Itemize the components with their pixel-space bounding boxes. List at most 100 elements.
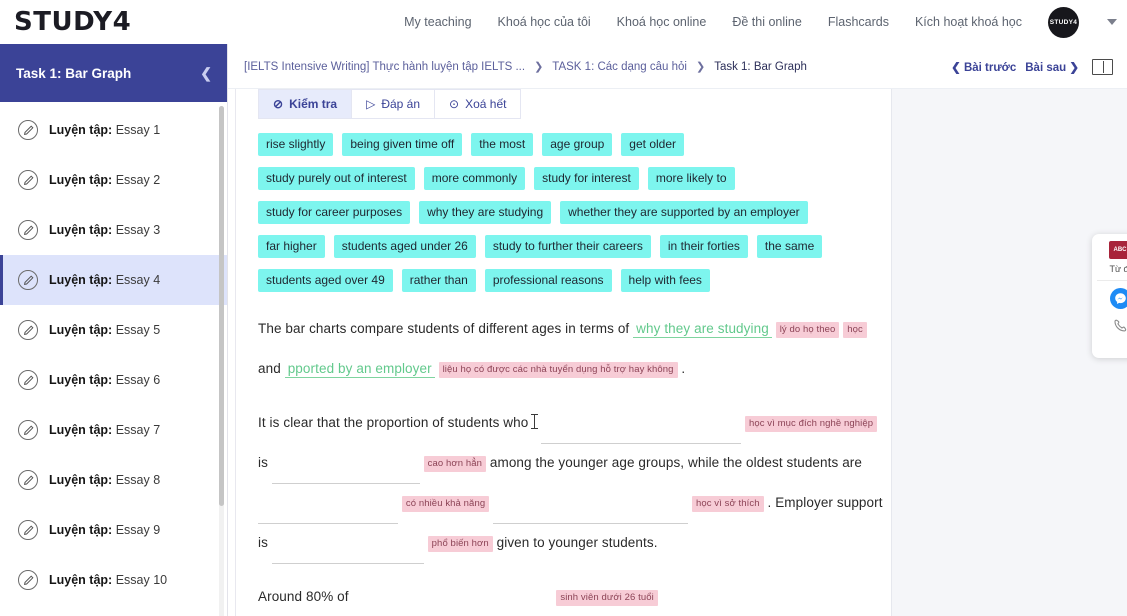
exercise-content: ⊘ Kiểm tra ▷ Đáp án ⊙ Xoá hết rise sligh…	[236, 89, 891, 616]
tab-label: Đáp án	[381, 97, 421, 111]
nav-item-my-courses[interactable]: Khoá học của tôi	[498, 15, 591, 29]
lesson-nav: ❮ Bài trước Bài sau ❯	[951, 58, 1113, 75]
sidebar-item-label: Luyện tập: Essay 5	[49, 323, 161, 337]
word-chip[interactable]: why they are studying	[419, 201, 552, 224]
sidebar-item-label: Luyện tập: Essay 7	[49, 423, 161, 437]
book-icon[interactable]	[1092, 58, 1113, 75]
sidebar-item-essay-7[interactable]: Luyện tập: Essay 7	[0, 405, 228, 455]
answer-blank[interactable]	[271, 546, 424, 564]
pencil-icon	[18, 370, 38, 390]
paragraph-3: Around 80% of sinh viên dưới 26 tuổi học…	[258, 578, 883, 616]
dictionary-icon[interactable]: ABC	[1109, 241, 1127, 259]
word-bank-row: students aged over 49 rather than profes…	[258, 269, 883, 292]
answer-blank[interactable]	[493, 506, 689, 524]
messenger-icon[interactable]	[1109, 288, 1127, 309]
paragraph-text: .	[681, 361, 686, 376]
sidebar-item-essay-11[interactable]: Luyện tập: Essay 11	[0, 605, 228, 616]
reset-icon: ⊙	[449, 97, 460, 111]
sidebar-item-essay-9[interactable]: Luyện tập: Essay 9	[0, 505, 228, 555]
widget-divider	[1097, 280, 1127, 281]
nav-item-online-tests[interactable]: Đề thi online	[732, 15, 802, 29]
pencil-icon	[18, 420, 38, 440]
tab-label: Xoá hết	[465, 97, 507, 111]
pencil-icon	[18, 520, 38, 540]
word-chip[interactable]: study to further their careers	[484, 235, 651, 258]
sidebar-item-essay-2[interactable]: Luyện tập: Essay 2	[0, 155, 228, 205]
sidebar-item-essay-10[interactable]: Luyện tập: Essay 10	[0, 555, 228, 605]
nav-item-activate-course[interactable]: Kích hoạt khoá học	[915, 15, 1022, 29]
word-chip[interactable]: the most	[471, 133, 534, 156]
word-chip[interactable]: far higher	[258, 235, 325, 258]
word-bank-row: rise slightly being given time off the m…	[258, 133, 883, 156]
pencil-icon	[18, 570, 38, 590]
word-chip[interactable]: help with fees	[620, 269, 710, 292]
sidebar-item-essay-4[interactable]: Luyện tập: Essay 4	[0, 255, 228, 305]
word-chip[interactable]: more commonly	[423, 167, 526, 190]
word-chip[interactable]: students aged over 49	[258, 269, 393, 292]
word-chip[interactable]: study for career purposes	[258, 201, 411, 224]
pencil-icon	[18, 320, 38, 340]
sidebar-item-essay-1[interactable]: Luyện tập: Essay 1	[0, 105, 228, 155]
word-chip[interactable]: in their forties	[659, 235, 748, 258]
hint-label: liệu họ có được các nhà tuyển dụng hỗ tr…	[438, 362, 678, 378]
word-chip[interactable]: students aged under 26	[333, 235, 476, 258]
breadcrumb-item-current: Task 1: Bar Graph	[714, 60, 807, 73]
breadcrumb-separator: ❯	[534, 61, 544, 73]
hint-label: học vì sở thích	[691, 496, 764, 512]
sidebar-item-essay-6[interactable]: Luyện tập: Essay 6	[0, 355, 228, 405]
word-chip[interactable]: the same	[756, 235, 823, 258]
breadcrumb-separator: ❯	[695, 61, 706, 73]
sidebar-scrollbar[interactable]	[219, 106, 224, 616]
answer-blank[interactable]	[352, 600, 552, 616]
avatar[interactable]: STUDY4	[1048, 6, 1079, 38]
prev-lesson-button[interactable]: ❮ Bài trước	[951, 60, 1016, 74]
pencil-icon	[18, 120, 38, 140]
breadcrumb-item-section[interactable]: TASK 1: Các dạng câu hỏi	[552, 61, 687, 73]
sidebar-item-label: Luyện tập: Essay 3	[49, 223, 161, 237]
word-chip[interactable]: age group	[542, 133, 613, 156]
app-logo[interactable]: STUDY4	[14, 7, 131, 37]
sidebar-item-label: Luyện tập: Essay 2	[49, 173, 161, 187]
nav-item-flashcards[interactable]: Flashcards	[828, 15, 889, 29]
breadcrumb-item-course[interactable]: [IELTS Intensive Writing] Thực hành luyệ…	[244, 61, 525, 73]
action-tabs: ⊘ Kiểm tra ▷ Đáp án ⊙ Xoá hết	[258, 89, 891, 119]
word-bank-row: study purely out of interest more common…	[258, 167, 883, 190]
word-chip[interactable]: study purely out of interest	[258, 167, 415, 190]
dictionary-label: Từ đi	[1109, 264, 1127, 274]
answer-blank[interactable]	[258, 506, 398, 524]
nav-item-my-teaching[interactable]: My teaching	[404, 15, 471, 29]
word-chip[interactable]: whether they are supported by an employe…	[560, 201, 808, 224]
sidebar-item-essay-5[interactable]: Luyện tập: Essay 5	[0, 305, 228, 355]
word-chip[interactable]: study for interest	[534, 167, 639, 190]
word-chip[interactable]: rise slightly	[258, 133, 334, 156]
hint-label: cao hơn hẳn	[423, 456, 487, 472]
hint-label: có nhiều khả năng	[401, 496, 490, 512]
filled-answer[interactable]: pported by an employer	[284, 361, 435, 378]
top-nav: My teaching Khoá học của tôi Khoá học on…	[404, 6, 1127, 38]
next-lesson-button[interactable]: Bài sau ❯	[1025, 60, 1079, 74]
chevron-left-icon[interactable]: ❮	[200, 65, 212, 82]
sidebar-item-essay-3[interactable]: Luyện tập: Essay 3	[0, 205, 228, 255]
tab-check-answers[interactable]: ⊘ Kiểm tra	[258, 89, 352, 119]
sidebar-item-label: Luyện tập: Essay 10	[49, 573, 168, 587]
word-chip[interactable]: professional reasons	[484, 269, 612, 292]
tab-show-answer[interactable]: ▷ Đáp án	[351, 89, 435, 119]
sidebar-item-essay-8[interactable]: Luyện tập: Essay 8	[0, 455, 228, 505]
pencil-icon	[18, 170, 38, 190]
paragraph-text: Around 80% of	[258, 589, 349, 604]
paragraph-text: is	[258, 535, 268, 550]
word-chip[interactable]: get older	[621, 133, 684, 156]
nav-item-online-courses[interactable]: Khoá học online	[617, 15, 707, 29]
word-chip[interactable]: rather than	[401, 269, 476, 292]
sidebar-title: Task 1: Bar Graph	[16, 65, 132, 81]
chevron-down-icon[interactable]	[1107, 19, 1117, 25]
filled-answer[interactable]: why they are studying	[633, 321, 772, 338]
word-chip[interactable]: being given time off	[342, 133, 463, 156]
phone-icon[interactable]	[1092, 318, 1127, 339]
answer-blank[interactable]	[541, 426, 742, 444]
answer-blank[interactable]	[271, 466, 420, 484]
sidebar-scrollbar-thumb[interactable]	[219, 106, 224, 506]
tab-clear-all[interactable]: ⊙ Xoá hết	[434, 89, 522, 119]
word-chip[interactable]: more likely to	[647, 167, 735, 190]
answer-blank[interactable]	[662, 600, 847, 616]
